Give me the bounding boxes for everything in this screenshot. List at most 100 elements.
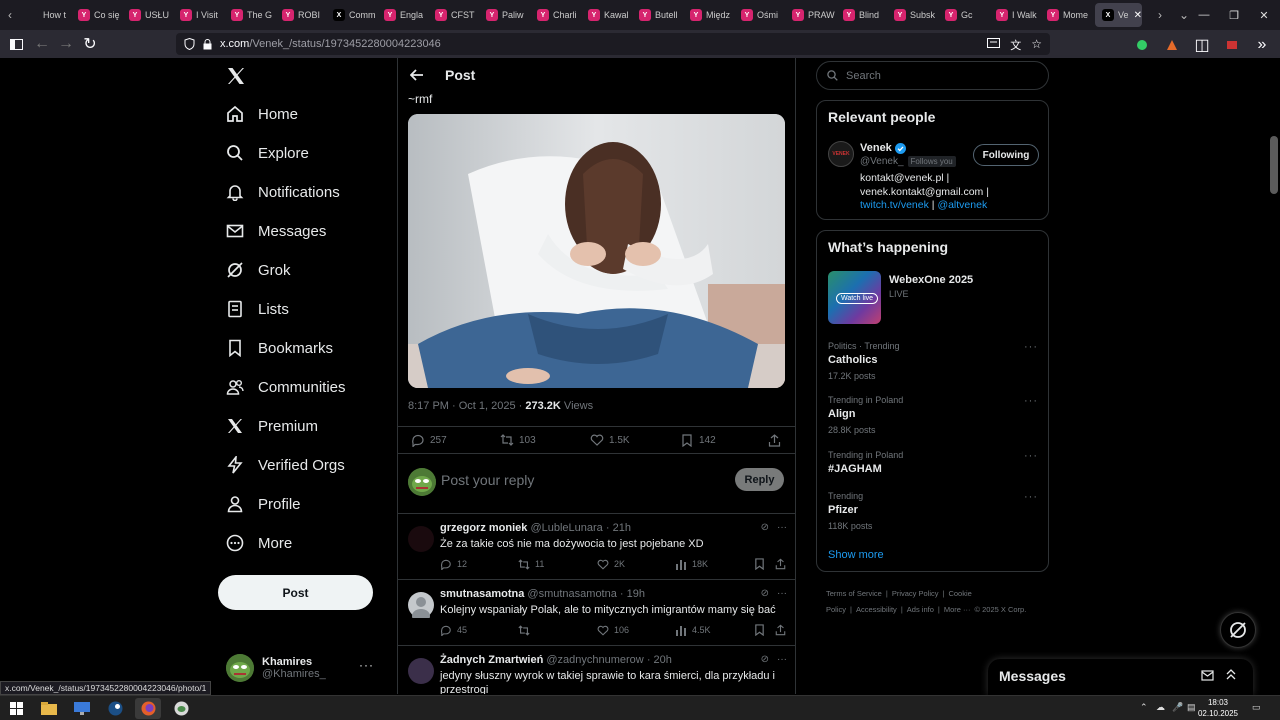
nav-item-messages[interactable]: Messages <box>226 217 326 245</box>
post-photo[interactable] <box>408 114 785 388</box>
tab[interactable]: Y Butell <box>632 3 683 27</box>
new-message-icon[interactable] <box>1201 669 1215 682</box>
nav-item-grok[interactable]: Grok <box>226 256 291 284</box>
share-action[interactable] <box>774 558 786 570</box>
nav-item-profile[interactable]: Profile <box>226 490 301 518</box>
nav-item-bookmarks[interactable]: Bookmarks <box>226 334 333 362</box>
more-dots-icon[interactable]: ··· <box>1024 395 1038 407</box>
profile-name[interactable]: Venek <box>860 142 906 154</box>
scrollbar-thumb[interactable] <box>1270 136 1278 194</box>
account-switcher[interactable]: Khamires @Khamires_ ··· <box>226 648 386 688</box>
tab[interactable]: X Comm <box>326 3 377 27</box>
tab-scroll-right-button[interactable]: › <box>1150 0 1170 30</box>
nav-item-notifications[interactable]: Notifications <box>226 178 340 206</box>
tab-active[interactable]: X Ven ✕ <box>1095 3 1142 27</box>
address-bar[interactable]: x.com/Venek_/status/1973452280004223046 … <box>176 33 1050 55</box>
reply-action[interactable]: 45 <box>440 624 467 636</box>
more-dots-icon[interactable]: ··· <box>359 658 374 672</box>
views-action[interactable]: 18K <box>675 558 708 570</box>
tab[interactable]: Y Subsk <box>887 3 938 27</box>
more-dots-icon[interactable]: ··· <box>777 588 787 599</box>
footer-link[interactable]: Privacy Policy <box>892 589 939 598</box>
comment-author[interactable]: grzegorz moniek <box>440 522 527 534</box>
tab[interactable]: Y ROBI <box>275 3 326 27</box>
avatar[interactable] <box>408 658 434 684</box>
tab[interactable]: Y Ośmi <box>734 3 785 27</box>
footer-link[interactable]: Accessibility <box>856 605 897 614</box>
bio-mention-link[interactable]: @altvenek <box>937 199 987 211</box>
reload-icon[interactable]: ↻ <box>78 32 102 56</box>
share-action[interactable] <box>774 624 786 636</box>
nav-item-more[interactable]: More <box>226 529 292 557</box>
tab[interactable]: Y I Visit <box>173 3 224 27</box>
comment[interactable]: grzegorz moniek @LubleLunara · 21h ⊘ ···… <box>398 514 795 580</box>
restore-button[interactable]: ❐ <box>1218 0 1250 30</box>
messages-drawer[interactable]: Messages <box>988 659 1253 695</box>
close-window-button[interactable]: ✕ <box>1248 0 1280 30</box>
more-dots-icon[interactable]: ··· <box>777 654 787 665</box>
tab[interactable]: Y CFST <box>428 3 479 27</box>
avatar[interactable] <box>408 592 434 618</box>
tab[interactable]: Y Blind <box>836 3 887 27</box>
more-dots-icon[interactable]: ··· <box>1024 491 1038 503</box>
downloads-icon[interactable] <box>1220 33 1244 57</box>
sidebar-toggle-icon[interactable] <box>4 32 28 56</box>
grok-fab-button[interactable] <box>1220 612 1256 648</box>
bookmark-action[interactable]: 142 <box>680 433 716 447</box>
tab[interactable]: Y Kawal <box>581 3 632 27</box>
repost-action[interactable]: 103 <box>500 433 536 447</box>
taskbar-clock[interactable]: 18:03 02.10.2025 <box>1196 697 1240 719</box>
back-arrow-icon[interactable] <box>408 66 426 84</box>
footer-link[interactable]: Ads info <box>907 605 934 614</box>
x-logo-icon[interactable] <box>226 66 246 86</box>
show-more-link[interactable]: Show more <box>828 549 884 561</box>
expand-chevrons-icon[interactable] <box>1225 668 1237 681</box>
nav-item-lists[interactable]: Lists <box>226 295 289 323</box>
post-button[interactable]: Post <box>218 575 373 610</box>
microphone-icon[interactable]: 🎤 <box>1172 702 1183 713</box>
reply-action[interactable]: 12 <box>440 558 467 570</box>
windows-start-icon[interactable] <box>3 698 29 719</box>
footer-link[interactable]: More ··· <box>944 605 971 614</box>
grok-icon[interactable]: ⊘ <box>761 522 769 533</box>
tab[interactable]: Y Co się <box>71 3 122 27</box>
minimize-button[interactable]: — <box>1188 0 1220 30</box>
nav-item-home[interactable]: Home <box>226 100 298 128</box>
shield-extension-icon[interactable] <box>1130 33 1154 57</box>
chat-app-icon[interactable] <box>168 698 194 719</box>
tab[interactable]: Y Charli <box>530 3 581 27</box>
firefox-icon[interactable] <box>135 698 161 719</box>
fox-extension-icon[interactable] <box>1160 33 1184 57</box>
forward-arrow-icon[interactable]: → <box>54 32 78 56</box>
repost-action[interactable] <box>518 624 535 636</box>
footer-link[interactable]: Terms of Service <box>826 589 882 598</box>
bookmark-action[interactable] <box>753 624 765 636</box>
tab[interactable]: Y The G <box>224 3 275 27</box>
trend-item[interactable]: Trending in Poland #JAGHAM ··· <box>828 450 1038 480</box>
tab[interactable]: Y I Walk <box>989 3 1040 27</box>
tab[interactable]: Y Mome <box>1040 3 1091 27</box>
monitor-app-icon[interactable] <box>69 698 95 719</box>
grok-icon[interactable]: ⊘ <box>761 588 769 599</box>
network-icon[interactable]: ▤ <box>1187 702 1196 713</box>
repost-action[interactable]: 11 <box>518 558 544 570</box>
steam-icon[interactable] <box>102 698 128 719</box>
tab[interactable]: Y Gc <box>938 3 989 27</box>
comment-author[interactable]: smutnasamotna <box>440 588 524 600</box>
avatar[interactable] <box>408 526 434 552</box>
scrollbar[interactable] <box>1268 58 1280 694</box>
grok-icon[interactable]: ⊘ <box>761 654 769 665</box>
trend-item[interactable]: Trending in Poland Align 28.8K posts ··· <box>828 395 1038 435</box>
lock-icon[interactable] <box>203 38 212 50</box>
share-action[interactable] <box>767 433 781 447</box>
tab[interactable]: Y Międz <box>683 3 734 27</box>
trend-item[interactable]: Politics · Trending Catholics 17.2K posts ·… <box>828 341 1038 381</box>
nav-item-communities[interactable]: Communities <box>226 373 346 401</box>
like-action[interactable]: 2K <box>597 558 625 570</box>
following-button[interactable]: Following <box>973 144 1039 166</box>
tab[interactable]: How t <box>20 3 71 27</box>
bookmark-action[interactable] <box>753 558 765 570</box>
reply-button[interactable]: Reply <box>735 468 784 491</box>
translate-icon[interactable]: 文 <box>1010 37 1021 53</box>
tray-chevron-up-icon[interactable]: ⌃ <box>1140 702 1148 713</box>
